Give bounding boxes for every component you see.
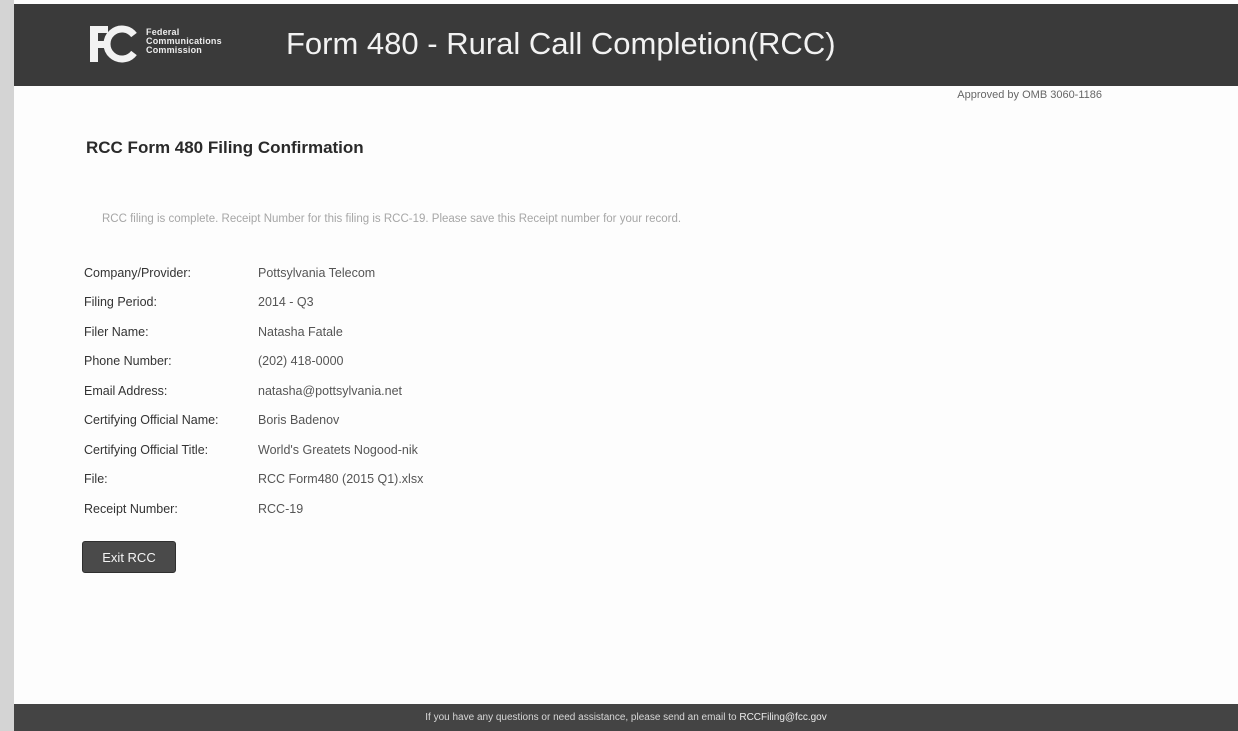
detail-value: 2014 - Q3	[258, 295, 314, 310]
footer-help-text: If you have any questions or need assist…	[14, 712, 1238, 723]
footer-message: If you have any questions or need assist…	[425, 712, 737, 723]
detail-row-phone: Phone Number: (202) 418-0000	[84, 347, 423, 377]
header-bar: Federal Communications Commission Form 4…	[14, 4, 1238, 86]
detail-value: Natasha Fatale	[258, 324, 343, 339]
page-title: RCC Form 480 Filing Confirmation	[86, 138, 364, 157]
detail-label: File:	[84, 472, 108, 487]
detail-row-official-name: Certifying Official Name: Boris Badenov	[84, 406, 423, 436]
page-edge	[0, 0, 14, 731]
detail-value: World's Greatets Nogood-nik	[258, 442, 418, 457]
footer-bar: If you have any questions or need assist…	[14, 704, 1238, 731]
detail-label: Filer Name:	[84, 324, 149, 339]
omb-approval-notice: Approved by OMB 3060-1186	[957, 89, 1102, 101]
detail-label: Receipt Number:	[84, 501, 178, 516]
detail-row-filing-period: Filing Period: 2014 - Q3	[84, 288, 423, 318]
detail-row-company: Company/Provider: Pottsylvania Telecom	[84, 258, 423, 288]
detail-row-filer-name: Filer Name: Natasha Fatale	[84, 317, 423, 347]
detail-value: (202) 418-0000	[258, 354, 344, 369]
detail-row-official-title: Certifying Official Title: World's Great…	[84, 435, 423, 465]
detail-label: Phone Number:	[84, 354, 172, 369]
filing-details-table: Company/Provider: Pottsylvania Telecom F…	[84, 258, 423, 524]
exit-rcc-button[interactable]: Exit RCC	[82, 541, 176, 573]
page: Federal Communications Commission Form 4…	[0, 0, 1238, 731]
fcc-logo-icon	[90, 25, 137, 63]
detail-label: Filing Period:	[84, 295, 157, 310]
detail-value: RCC Form480 (2015 Q1).xlsx	[258, 472, 424, 487]
confirmation-message: RCC filing is complete. Receipt Number f…	[102, 213, 682, 225]
detail-row-email: Email Address: natasha@pottsylvania.net	[84, 376, 423, 406]
detail-value: natasha@pottsylvania.net	[258, 383, 403, 398]
logo-line-commission: Commission	[146, 45, 203, 55]
support-email-link[interactable]: RCCFiling@fcc.gov	[739, 712, 826, 723]
detail-label: Certifying Official Title:	[84, 442, 209, 457]
detail-label: Certifying Official Name:	[84, 413, 219, 428]
detail-label: Email Address:	[84, 383, 168, 398]
detail-row-file: File: RCC Form480 (2015 Q1).xlsx	[84, 465, 423, 495]
fcc-logo-text: Federal Communications Commission	[146, 28, 222, 55]
app-title: Form 480 - Rural Call Completion(RCC)	[286, 26, 836, 61]
detail-row-receipt-number: Receipt Number: RCC-19	[84, 494, 423, 524]
detail-value: Boris Badenov	[258, 413, 340, 428]
detail-value: RCC-19	[258, 501, 304, 516]
detail-label: Company/Provider:	[84, 265, 191, 280]
detail-value: Pottsylvania Telecom	[258, 265, 376, 280]
